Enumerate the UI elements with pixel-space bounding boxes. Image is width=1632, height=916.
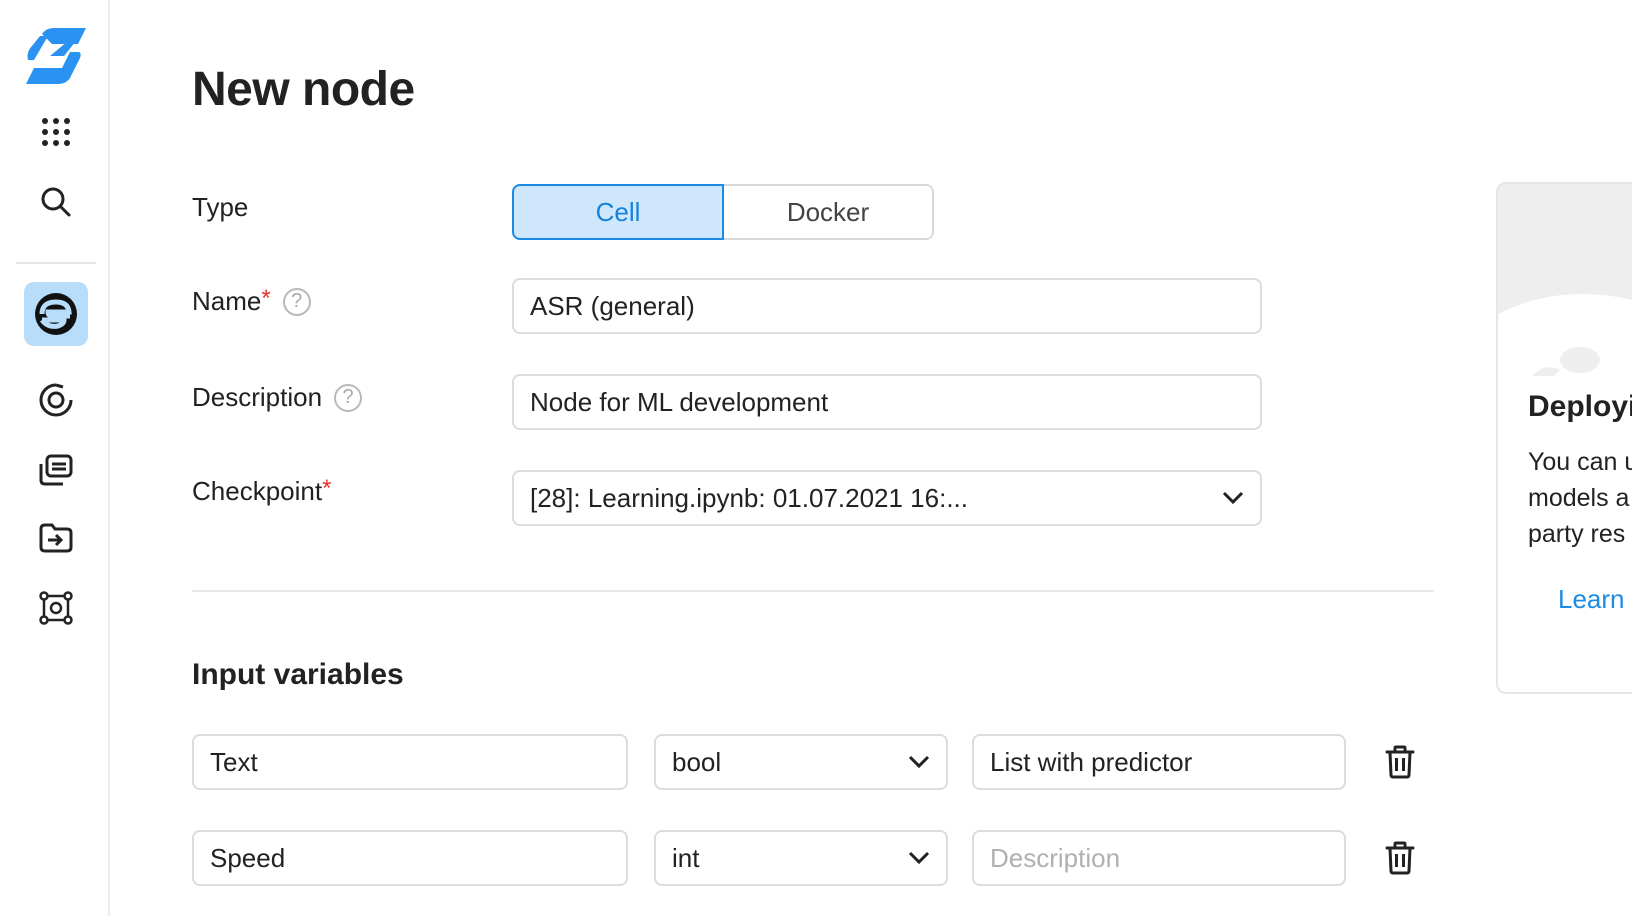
target-icon[interactable] — [24, 368, 88, 432]
variable-description-value: List with predictor — [990, 746, 1193, 777]
required-marker: * — [322, 474, 332, 502]
input-variables-title: Input variables — [192, 658, 404, 691]
help-icon[interactable]: ? — [282, 287, 311, 316]
name-input-value: ASR (general) — [530, 290, 695, 321]
name-input[interactable]: ASR (general) — [512, 278, 1262, 334]
description-input-value: Node for ML development — [530, 386, 829, 417]
type-option-cell[interactable]: Cell — [512, 184, 724, 240]
trash-icon[interactable] — [1380, 838, 1420, 878]
promo-text: You can u models a party res — [1528, 448, 1632, 548]
variable-description-input[interactable]: Description — [972, 830, 1346, 886]
help-icon[interactable]: ? — [334, 383, 363, 412]
type-option-docker[interactable]: Docker — [724, 184, 934, 240]
variable-type-value: bool — [672, 746, 722, 777]
checkpoint-select-value: [28]: Learning.ipynb: 01.07.2021 16:... — [530, 482, 969, 513]
variable-type-select[interactable]: int — [654, 830, 948, 886]
sidebar — [0, 0, 110, 916]
promo-learn-link[interactable]: Learn — [1558, 584, 1625, 615]
brand-logo-icon[interactable] — [24, 24, 88, 88]
nodes-graph-icon[interactable] — [24, 576, 88, 640]
chevron-down-icon — [908, 851, 930, 865]
type-label: Type — [192, 192, 248, 223]
checkpoint-select[interactable]: [28]: Learning.ipynb: 01.07.2021 16:... — [512, 470, 1262, 526]
search-icon[interactable] — [24, 170, 88, 234]
variable-name-input[interactable]: Speed — [192, 830, 628, 886]
resources-icon[interactable] — [24, 438, 88, 502]
type-label-text: Type — [192, 192, 249, 222]
type-segmented-control: Cell Docker — [512, 184, 934, 240]
name-label: Name * ? — [192, 284, 311, 317]
description-label: Description ? — [192, 382, 363, 413]
variable-description-placeholder: Description — [990, 842, 1121, 873]
variable-type-select[interactable]: bool — [654, 734, 948, 790]
variable-name-value: Speed — [210, 842, 286, 873]
section-divider — [192, 590, 1434, 592]
promo-title: Deployi — [1528, 390, 1632, 423]
chevron-down-icon — [1222, 491, 1244, 505]
chevron-down-icon — [908, 755, 930, 769]
sidebar-divider — [16, 262, 96, 264]
checkpoint-label-text: Checkpoint — [192, 476, 323, 506]
folder-import-icon[interactable] — [24, 506, 88, 570]
datasphere-icon[interactable] — [24, 282, 88, 346]
name-label-text: Name — [192, 286, 262, 316]
variable-type-value: int — [672, 842, 700, 873]
variable-name-input[interactable]: Text — [192, 734, 628, 790]
description-label-text: Description — [192, 382, 323, 412]
required-marker: * — [261, 284, 271, 312]
page-title: New node — [192, 63, 415, 116]
variable-name-value: Text — [210, 746, 258, 777]
variable-description-input[interactable]: List with predictor — [972, 734, 1346, 790]
apps-grid-icon[interactable] — [24, 100, 88, 164]
trash-icon[interactable] — [1380, 742, 1420, 782]
checkpoint-label: Checkpoint * — [192, 474, 332, 507]
description-input[interactable]: Node for ML development — [512, 374, 1262, 430]
promo-card — [1496, 182, 1632, 694]
promo-illustration — [1498, 184, 1632, 384]
promo-clip: Deployi You can u models a party res Lea… — [1496, 0, 1632, 916]
